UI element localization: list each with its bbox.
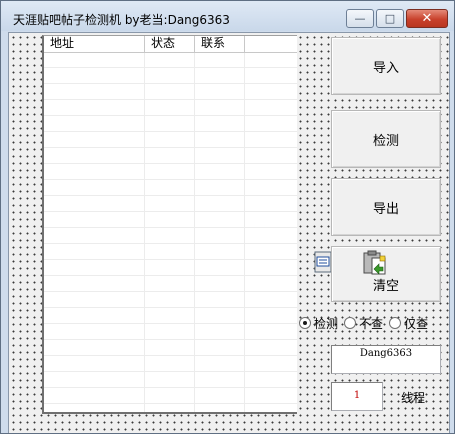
mode-radio-group: 检测 不查 仅查 — [299, 313, 434, 333]
thread-count-field[interactable]: 1 — [331, 382, 383, 411]
radio-check-label: 检测 — [314, 316, 339, 331]
paste-icon — [363, 250, 386, 275]
radio-only-check[interactable]: 仅查 — [389, 315, 428, 332]
window-title: 天涯贴吧帖子检测机 by老当:Dang6363 — [13, 13, 230, 27]
column-header-status[interactable]: 状态 — [145, 36, 195, 52]
export-button[interactable]: 导出 — [331, 178, 441, 236]
radio-check[interactable]: 检测 — [299, 315, 338, 332]
import-button-label: 导入 — [372, 60, 399, 76]
maximize-button[interactable]: □ — [376, 9, 404, 28]
close-icon: ✕ — [421, 11, 433, 26]
radio-only-check-label: 仅查 — [404, 316, 429, 331]
export-button-label: 导出 — [372, 201, 399, 217]
radio-check-indicator[interactable] — [299, 317, 311, 329]
form-client-area: 地址 状态 联系 导入 检测 导出 清空 检测 不查 仅查 Dang6363 1… — [8, 32, 450, 433]
minimize-button[interactable]: — — [346, 9, 374, 28]
maximize-icon: □ — [384, 12, 396, 25]
check-button[interactable]: 检测 — [331, 110, 441, 168]
radio-no-check-label: 不查 — [359, 316, 384, 331]
clear-button-label: 清空 — [372, 278, 399, 294]
radio-only-check-indicator[interactable] — [389, 317, 402, 329]
import-button[interactable]: 导入 — [331, 37, 441, 95]
list-header: 地址 状态 联系 — [44, 36, 297, 53]
thread-count-label: 线程 — [401, 391, 426, 405]
column-header-address[interactable]: 地址 — [44, 36, 145, 52]
minimize-icon: — — [354, 12, 366, 25]
title-bar[interactable]: 天涯贴吧帖子检测机 by老当:Dang6363 — □ ✕ — [1, 1, 454, 31]
close-button[interactable]: ✕ — [406, 9, 448, 28]
post-list[interactable]: 地址 状态 联系 — [42, 35, 297, 414]
radio-no-check[interactable]: 不查 — [344, 315, 383, 332]
data-control-icon — [314, 251, 332, 273]
radio-no-check-indicator[interactable] — [344, 317, 357, 329]
clear-button[interactable]: 清空 — [331, 246, 441, 302]
check-button-label: 检测 — [372, 133, 399, 149]
app-window: 天涯贴吧帖子检测机 by老当:Dang6363 — □ ✕ 地址 状态 联系 导… — [0, 0, 455, 434]
author-name-field[interactable]: Dang6363 — [331, 345, 441, 374]
column-header-empty[interactable] — [245, 36, 297, 52]
column-header-contact[interactable]: 联系 — [195, 36, 245, 52]
